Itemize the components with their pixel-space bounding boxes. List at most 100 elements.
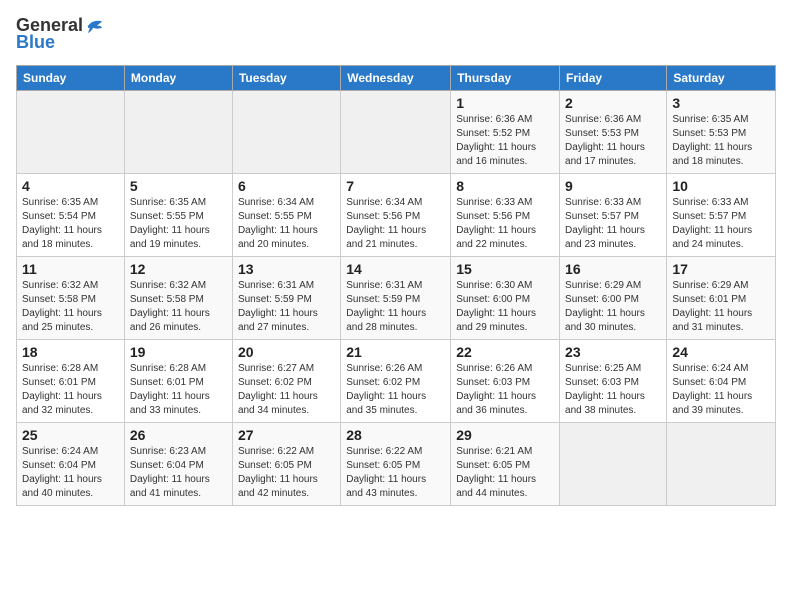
column-header-thursday: Thursday — [451, 65, 560, 90]
day-number: 7 — [346, 178, 445, 194]
day-number: 3 — [672, 95, 770, 111]
day-info: Sunrise: 6:33 AM Sunset: 5:57 PM Dayligh… — [565, 196, 661, 252]
day-number: 22 — [456, 344, 554, 360]
calendar-cell: 5 Sunrise: 6:35 AM Sunset: 5:55 PM Daylig… — [124, 173, 232, 256]
day-info: Sunrise: 6:21 AM Sunset: 6:05 PM Dayligh… — [456, 445, 554, 501]
calendar-cell: 9 Sunrise: 6:33 AM Sunset: 5:57 PM Daylig… — [560, 173, 667, 256]
calendar-cell — [17, 90, 125, 173]
day-info: Sunrise: 6:24 AM Sunset: 6:04 PM Dayligh… — [672, 362, 770, 418]
column-header-wednesday: Wednesday — [341, 65, 451, 90]
calendar-cell: 1 Sunrise: 6:36 AM Sunset: 5:52 PM Daylig… — [451, 90, 560, 173]
calendar-cell: 14 Sunrise: 6:31 AM Sunset: 5:59 PM Dayli… — [341, 256, 451, 339]
calendar-cell: 19 Sunrise: 6:28 AM Sunset: 6:01 PM Dayli… — [124, 339, 232, 422]
calendar-cell: 15 Sunrise: 6:30 AM Sunset: 6:00 PM Dayli… — [451, 256, 560, 339]
day-info: Sunrise: 6:22 AM Sunset: 6:05 PM Dayligh… — [346, 445, 445, 501]
calendar-cell — [341, 90, 451, 173]
day-number: 5 — [130, 178, 227, 194]
day-number: 12 — [130, 261, 227, 277]
calendar-cell: 23 Sunrise: 6:25 AM Sunset: 6:03 PM Dayli… — [560, 339, 667, 422]
day-info: Sunrise: 6:32 AM Sunset: 5:58 PM Dayligh… — [130, 279, 227, 335]
day-number: 26 — [130, 427, 227, 443]
calendar-cell — [232, 90, 340, 173]
day-info: Sunrise: 6:34 AM Sunset: 5:55 PM Dayligh… — [238, 196, 335, 252]
day-number: 24 — [672, 344, 770, 360]
column-header-saturday: Saturday — [667, 65, 776, 90]
calendar-week-row: 1 Sunrise: 6:36 AM Sunset: 5:52 PM Daylig… — [17, 90, 776, 173]
day-number: 9 — [565, 178, 661, 194]
calendar-cell: 13 Sunrise: 6:31 AM Sunset: 5:59 PM Dayli… — [232, 256, 340, 339]
day-number: 20 — [238, 344, 335, 360]
calendar-table: SundayMondayTuesdayWednesdayThursdayFrid… — [16, 65, 776, 506]
day-number: 19 — [130, 344, 227, 360]
day-number: 15 — [456, 261, 554, 277]
day-number: 4 — [22, 178, 119, 194]
day-info: Sunrise: 6:31 AM Sunset: 5:59 PM Dayligh… — [346, 279, 445, 335]
calendar-cell: 16Sunrise: 6:29 AM Sunset: 6:00 PM Dayli… — [560, 256, 667, 339]
day-info: Sunrise: 6:36 AM Sunset: 5:52 PM Dayligh… — [456, 113, 554, 169]
day-number: 11 — [22, 261, 119, 277]
day-info: Sunrise: 6:35 AM Sunset: 5:53 PM Dayligh… — [672, 113, 770, 169]
day-info: Sunrise: 6:24 AM Sunset: 6:04 PM Dayligh… — [22, 445, 119, 501]
calendar-cell: 29Sunrise: 6:21 AM Sunset: 6:05 PM Dayli… — [451, 422, 560, 505]
day-info: Sunrise: 6:31 AM Sunset: 5:59 PM Dayligh… — [238, 279, 335, 335]
logo: General Blue — [16, 16, 104, 53]
day-number: 27 — [238, 427, 335, 443]
calendar-cell — [124, 90, 232, 173]
calendar-cell: 22 Sunrise: 6:26 AM Sunset: 6:03 PM Dayli… — [451, 339, 560, 422]
calendar-week-row: 18 Sunrise: 6:28 AM Sunset: 6:01 PM Dayli… — [17, 339, 776, 422]
calendar-cell: 18 Sunrise: 6:28 AM Sunset: 6:01 PM Dayli… — [17, 339, 125, 422]
day-info: Sunrise: 6:23 AM Sunset: 6:04 PM Dayligh… — [130, 445, 227, 501]
calendar-header-row: SundayMondayTuesdayWednesdayThursdayFrid… — [17, 65, 776, 90]
day-info: Sunrise: 6:28 AM Sunset: 6:01 PM Dayligh… — [130, 362, 227, 418]
calendar-cell: 21 Sunrise: 6:26 AM Sunset: 6:02 PM Dayli… — [341, 339, 451, 422]
day-number: 23 — [565, 344, 661, 360]
day-info: Sunrise: 6:29 AM Sunset: 6:00 PM Dayligh… — [565, 279, 661, 335]
calendar-cell: 3 Sunrise: 6:35 AM Sunset: 5:53 PM Daylig… — [667, 90, 776, 173]
day-info: Sunrise: 6:30 AM Sunset: 6:00 PM Dayligh… — [456, 279, 554, 335]
calendar-cell: 2 Sunrise: 6:36 AM Sunset: 5:53 PM Daylig… — [560, 90, 667, 173]
day-info: Sunrise: 6:26 AM Sunset: 6:03 PM Dayligh… — [456, 362, 554, 418]
column-header-monday: Monday — [124, 65, 232, 90]
day-number: 14 — [346, 261, 445, 277]
calendar-cell: 28Sunrise: 6:22 AM Sunset: 6:05 PM Dayli… — [341, 422, 451, 505]
column-header-sunday: Sunday — [17, 65, 125, 90]
calendar-cell: 10 Sunrise: 6:33 AM Sunset: 5:57 PM Dayli… — [667, 173, 776, 256]
day-info: Sunrise: 6:22 AM Sunset: 6:05 PM Dayligh… — [238, 445, 335, 501]
day-number: 18 — [22, 344, 119, 360]
calendar-week-row: 11 Sunrise: 6:32 AM Sunset: 5:58 PM Dayli… — [17, 256, 776, 339]
calendar-cell — [560, 422, 667, 505]
calendar-cell: 27 Sunrise: 6:22 AM Sunset: 6:05 PM Dayli… — [232, 422, 340, 505]
day-info: Sunrise: 6:25 AM Sunset: 6:03 PM Dayligh… — [565, 362, 661, 418]
header: General Blue — [16, 16, 776, 53]
day-number: 6 — [238, 178, 335, 194]
day-number: 21 — [346, 344, 445, 360]
calendar-cell — [667, 422, 776, 505]
day-number: 17 — [672, 261, 770, 277]
calendar-cell: 7 Sunrise: 6:34 AM Sunset: 5:56 PM Daylig… — [341, 173, 451, 256]
day-number: 10 — [672, 178, 770, 194]
day-info: Sunrise: 6:34 AM Sunset: 5:56 PM Dayligh… — [346, 196, 445, 252]
day-info: Sunrise: 6:35 AM Sunset: 5:55 PM Dayligh… — [130, 196, 227, 252]
day-number: 1 — [456, 95, 554, 111]
day-info: Sunrise: 6:28 AM Sunset: 6:01 PM Dayligh… — [22, 362, 119, 418]
calendar-cell: 17 Sunrise: 6:29 AM Sunset: 6:01 PM Dayli… — [667, 256, 776, 339]
day-info: Sunrise: 6:36 AM Sunset: 5:53 PM Dayligh… — [565, 113, 661, 169]
calendar-cell: 4Sunrise: 6:35 AM Sunset: 5:54 PM Daylig… — [17, 173, 125, 256]
day-info: Sunrise: 6:33 AM Sunset: 5:57 PM Dayligh… — [672, 196, 770, 252]
calendar-cell: 12 Sunrise: 6:32 AM Sunset: 5:58 PM Dayli… — [124, 256, 232, 339]
logo-bird-icon — [86, 17, 104, 35]
day-number: 13 — [238, 261, 335, 277]
column-header-friday: Friday — [560, 65, 667, 90]
day-info: Sunrise: 6:32 AM Sunset: 5:58 PM Dayligh… — [22, 279, 119, 335]
day-number: 2 — [565, 95, 661, 111]
day-number: 25 — [22, 427, 119, 443]
calendar-cell: 25 Sunrise: 6:24 AM Sunset: 6:04 PM Dayli… — [17, 422, 125, 505]
day-info: Sunrise: 6:29 AM Sunset: 6:01 PM Dayligh… — [672, 279, 770, 335]
calendar-cell: 8Sunrise: 6:33 AM Sunset: 5:56 PM Daylig… — [451, 173, 560, 256]
day-number: 8 — [456, 178, 554, 194]
calendar-cell: 11 Sunrise: 6:32 AM Sunset: 5:58 PM Dayli… — [17, 256, 125, 339]
calendar-cell: 26 Sunrise: 6:23 AM Sunset: 6:04 PM Dayli… — [124, 422, 232, 505]
day-info: Sunrise: 6:26 AM Sunset: 6:02 PM Dayligh… — [346, 362, 445, 418]
calendar-week-row: 4Sunrise: 6:35 AM Sunset: 5:54 PM Daylig… — [17, 173, 776, 256]
calendar-cell: 6 Sunrise: 6:34 AM Sunset: 5:55 PM Daylig… — [232, 173, 340, 256]
